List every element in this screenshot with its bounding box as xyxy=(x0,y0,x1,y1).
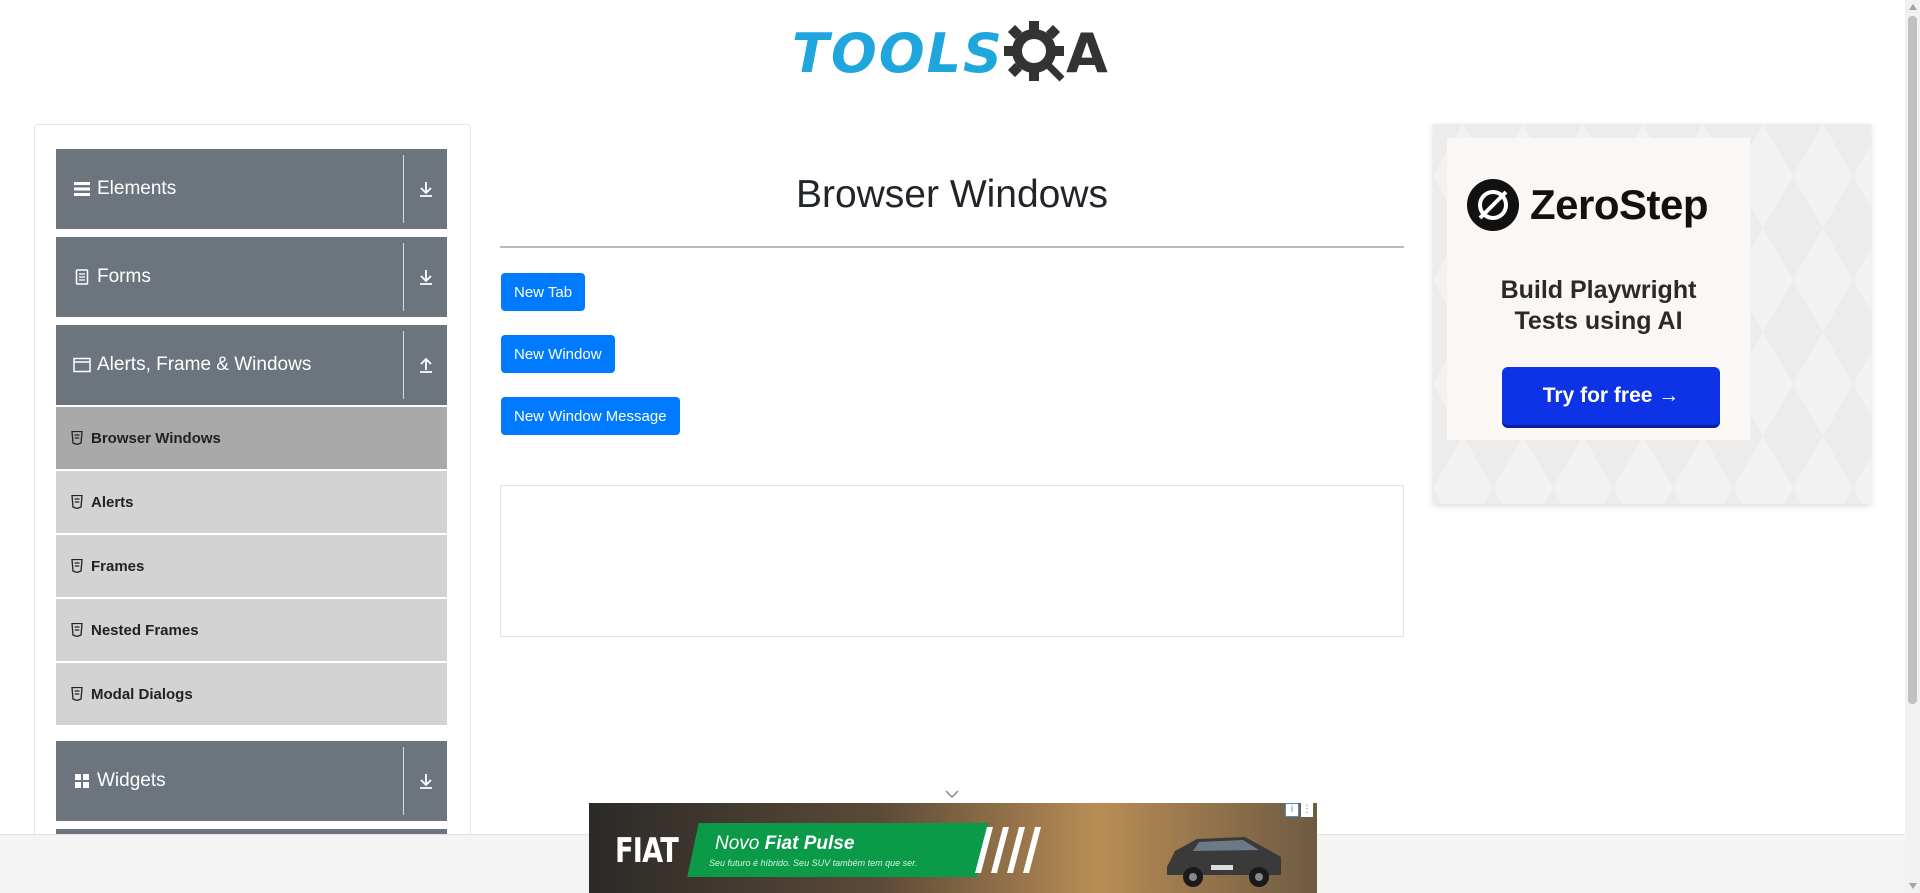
download-arrow-icon[interactable] xyxy=(415,177,437,201)
ad-info-icon[interactable]: i xyxy=(1285,803,1299,817)
page: TOOLS A Elements Forms Alerts, Frame & W… xyxy=(0,0,1920,893)
chevron-down-icon[interactable] xyxy=(945,789,959,799)
group-label: Widgets xyxy=(97,770,166,791)
scroll-down-arrow[interactable] xyxy=(1909,883,1917,889)
title-divider xyxy=(500,246,1404,248)
group-header-elements[interactable]: Elements xyxy=(56,149,447,229)
sidebar-item-label: Browser Windows xyxy=(91,429,221,447)
zerostep-ad[interactable]: ZeroStep Build Playwright Tests using AI… xyxy=(1433,124,1871,504)
gear-magnifier-icon xyxy=(1003,21,1065,82)
sidebar-item-label: Alerts xyxy=(91,493,134,511)
sidebar-item-browser-windows[interactable]: Browser Windows xyxy=(56,407,447,469)
divider xyxy=(403,155,404,223)
group-header-widgets[interactable]: Widgets xyxy=(56,741,447,821)
sidebar-item-label: Frames xyxy=(91,557,145,575)
new-window-message-button[interactable]: New Window Message xyxy=(501,397,680,435)
grid-icon xyxy=(73,772,91,790)
html5-icon xyxy=(71,495,83,509)
zerostep-logo-icon xyxy=(1467,179,1519,231)
sidebar: Elements Forms Alerts, Frame & Windows B… xyxy=(34,124,471,893)
divider xyxy=(403,331,404,399)
hamburger-icon xyxy=(73,180,91,198)
zerostep-brand: ZeroStep xyxy=(1466,178,1709,232)
ad-tagline-line2: Tests using AI xyxy=(1514,307,1683,335)
group-header-alerts-frame-windows[interactable]: Alerts, Frame & Windows xyxy=(56,325,447,405)
logo-text-a: A xyxy=(1065,21,1108,85)
divider xyxy=(403,243,404,311)
new-window-button[interactable]: New Window xyxy=(501,335,615,373)
group-label: Elements xyxy=(97,178,177,199)
download-arrow-icon[interactable] xyxy=(415,769,437,793)
new-tab-button[interactable]: New Tab xyxy=(501,273,586,311)
window-icon xyxy=(73,356,91,374)
ad-subtext: Seu futuro é híbrido. Seu SUV também tem… xyxy=(709,858,918,868)
sidebar-item-modal-dialogs[interactable]: Modal Dialogs xyxy=(56,663,447,725)
ad-tagline: Build Playwright Tests using AI xyxy=(1447,275,1750,337)
document-icon xyxy=(73,268,91,286)
ad-menu-icon[interactable]: ⋮ xyxy=(1301,803,1313,817)
ad-placeholder-box xyxy=(500,485,1404,637)
ad-tagline-line1: Build Playwright xyxy=(1500,276,1697,304)
divider xyxy=(403,747,404,815)
upload-arrow-icon[interactable] xyxy=(415,353,437,377)
ad-choices[interactable]: i ⋮ xyxy=(1285,803,1315,819)
ad-card: ZeroStep Build Playwright Tests using AI… xyxy=(1447,138,1750,440)
group-label: Forms xyxy=(97,266,151,287)
scroll-thumb[interactable] xyxy=(1908,16,1917,704)
sidebar-item-alerts[interactable]: Alerts xyxy=(56,471,447,533)
stripes-graphic xyxy=(975,827,1041,873)
group-header-forms[interactable]: Forms xyxy=(56,237,447,317)
ad-headline-bold: Fiat Pulse xyxy=(764,833,855,854)
sidebar-item-frames[interactable]: Frames xyxy=(56,535,447,597)
logo-text-tools: TOOLS xyxy=(792,21,1004,85)
toolsqa-logo[interactable]: TOOLS A xyxy=(792,14,1108,92)
zerostep-name: ZeroStep xyxy=(1530,181,1709,228)
sidebar-item-nested-frames[interactable]: Nested Frames xyxy=(56,599,447,661)
vertical-scrollbar[interactable] xyxy=(1905,0,1920,893)
fiat-logo: FIAT xyxy=(615,831,679,871)
group-label: Alerts, Frame & Windows xyxy=(97,354,312,375)
html5-icon xyxy=(71,431,83,445)
fiat-banner-ad[interactable]: FIAT Novo Fiat Pulse Seu futuro é híbrid… xyxy=(589,803,1317,893)
try-for-free-button[interactable]: Try for free → xyxy=(1502,367,1720,425)
html5-icon xyxy=(71,687,83,701)
sidebar-item-label: Nested Frames xyxy=(91,621,199,639)
car-image xyxy=(1167,837,1281,887)
html5-icon xyxy=(71,623,83,637)
ad-headline: Novo Fiat Pulse xyxy=(715,833,854,855)
scroll-up-arrow[interactable] xyxy=(1909,4,1917,10)
ad-headline-prefix: Novo xyxy=(715,833,765,854)
download-arrow-icon[interactable] xyxy=(415,265,437,289)
page-title: Browser Windows xyxy=(795,173,1109,216)
sidebar-item-label: Modal Dialogs xyxy=(91,685,193,703)
html5-icon xyxy=(71,559,83,573)
